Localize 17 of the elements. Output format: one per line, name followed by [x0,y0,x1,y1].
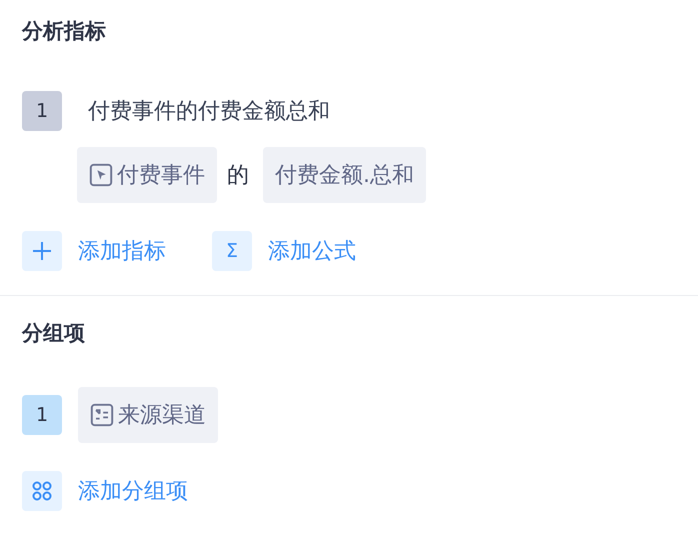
add-button[interactable]: Σ 添加公式 [212,231,356,271]
event-chip[interactable]: 付费事件 [77,147,217,203]
dimension-icon [90,403,114,427]
index-badge: 1 [22,395,62,435]
section-title: 分析指标 [22,18,107,45]
connector-text: 的 [227,162,249,190]
section-title: 分组项 [22,320,86,347]
sigma-icon: Σ [212,231,252,271]
property-chip[interactable]: 付费金额.总和 [263,147,426,203]
plus-icon [22,231,62,271]
group-chip[interactable]: 来源渠道 [78,387,218,443]
add-button[interactable]: 添加指标 [22,231,166,271]
cursor-icon [89,163,113,187]
index-badge: 1 [22,91,62,131]
grid-icon [22,471,62,511]
metric-name: 付费事件的付费金额总和 [88,98,330,126]
add-button[interactable]: 添加分组项 [22,471,188,511]
